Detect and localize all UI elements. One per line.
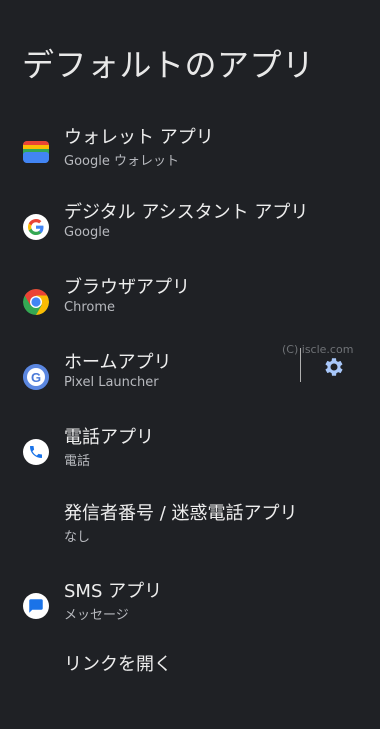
messages-icon [23,593,49,619]
item-label: 電話アプリ [64,427,154,448]
google-g-icon [23,214,49,240]
divider [300,348,301,382]
item-label: SMS アプリ [64,581,163,602]
item-label: 発信者番号 / 迷惑電話アプリ [64,503,298,524]
item-label: ホームアプリ [64,352,172,373]
item-value: Pixel Launcher [64,375,159,390]
item-value: Google [64,225,110,240]
item-value: Chrome [64,300,115,315]
item-value: メッセージ [64,608,129,623]
item-label: ブラウザアプリ [64,277,190,298]
item-value: 電話 [64,454,91,469]
list-item-wallet-app[interactable]: ウォレット アプリ Google ウォレット [0,117,380,187]
list-item-phone-app[interactable]: 電話アプリ 電話 [0,417,380,487]
list-item-sms-app[interactable]: SMS アプリ メッセージ [0,571,380,641]
list-item-caller-id-spam-app[interactable]: 発信者番号 / 迷惑電話アプリ なし [0,493,380,563]
page-title: デフォルトのアプリ [22,46,315,84]
list-item-digital-assistant-app[interactable]: デジタル アシスタント アプリ Google [0,192,380,262]
item-label: デジタル アシスタント アプリ [64,202,309,223]
gear-icon[interactable] [321,355,345,379]
item-value: Google ウォレット [64,154,179,169]
chrome-icon [23,289,49,315]
list-item-browser-app[interactable]: ブラウザアプリ Chrome [0,267,380,337]
wallet-icon [23,141,49,163]
phone-icon [23,439,49,465]
item-label: リンクを開く [64,654,172,675]
pixel-launcher-icon: G [23,364,49,390]
item-value: なし [64,530,91,545]
item-label: ウォレット アプリ [64,127,214,148]
svg-text:G: G [31,370,41,385]
list-item-open-links[interactable]: リンクを開く [0,632,380,702]
